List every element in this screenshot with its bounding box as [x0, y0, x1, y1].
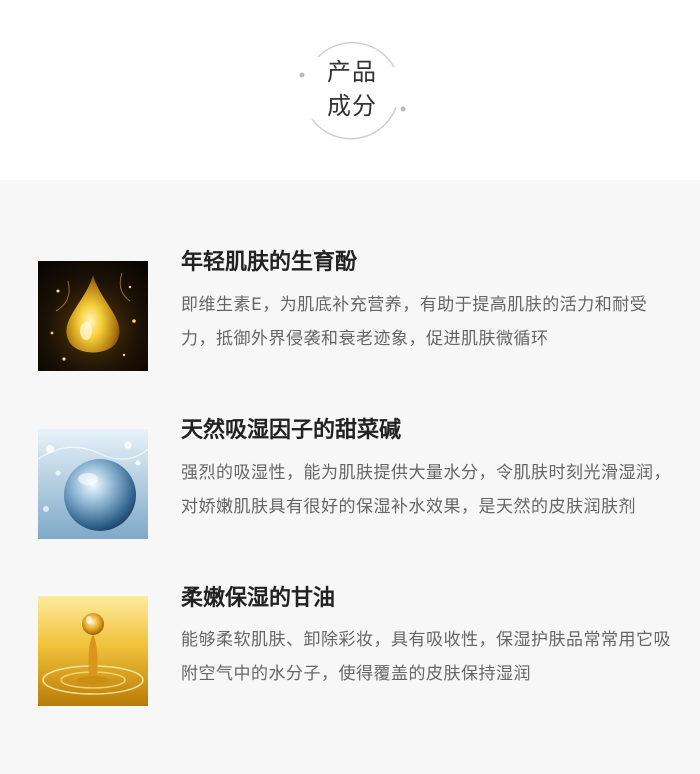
header-section: 产品 成分 [0, 0, 700, 180]
ingredient-description: 即维生素E，为肌底补充营养，有助于提高肌肤的活力和耐受力，抵御外界侵袭和衰老迹象… [181, 295, 648, 349]
golden-oil-drop-icon [38, 261, 148, 371]
ingredient-title: 天然吸湿因子的甜菜碱 [181, 418, 402, 443]
ingredient-title: 年轻肌肤的生育酚 [181, 250, 358, 275]
ingredient-description: 能够柔软肌肤、卸除彩妆，具有吸收性，保湿护肤品常常用它吸附空气中的水分子，使得覆… [181, 630, 671, 684]
ingredient-title: 柔嫩保湿的甘油 [181, 586, 336, 611]
water-sphere-icon [38, 429, 148, 539]
badge-line-2: 成分 [327, 92, 377, 120]
ingredients-section: 年轻肌肤的生育酚 即维生素E，为肌底补充营养，有助于提高肌肤的活力和耐受力，抵御… [0, 180, 700, 774]
oil-drip-splash-icon [38, 596, 148, 706]
badge-line-1: 产品 [327, 58, 377, 86]
badge-title: 产品 成分 [298, 55, 406, 123]
section-badge: 产品 成分 [298, 37, 406, 145]
ingredient-description: 强烈的吸湿性，能为肌肤提供大量水分，令肌肤时刻光滑湿润，对娇嫩肌肤具有很好的保湿… [181, 463, 671, 517]
